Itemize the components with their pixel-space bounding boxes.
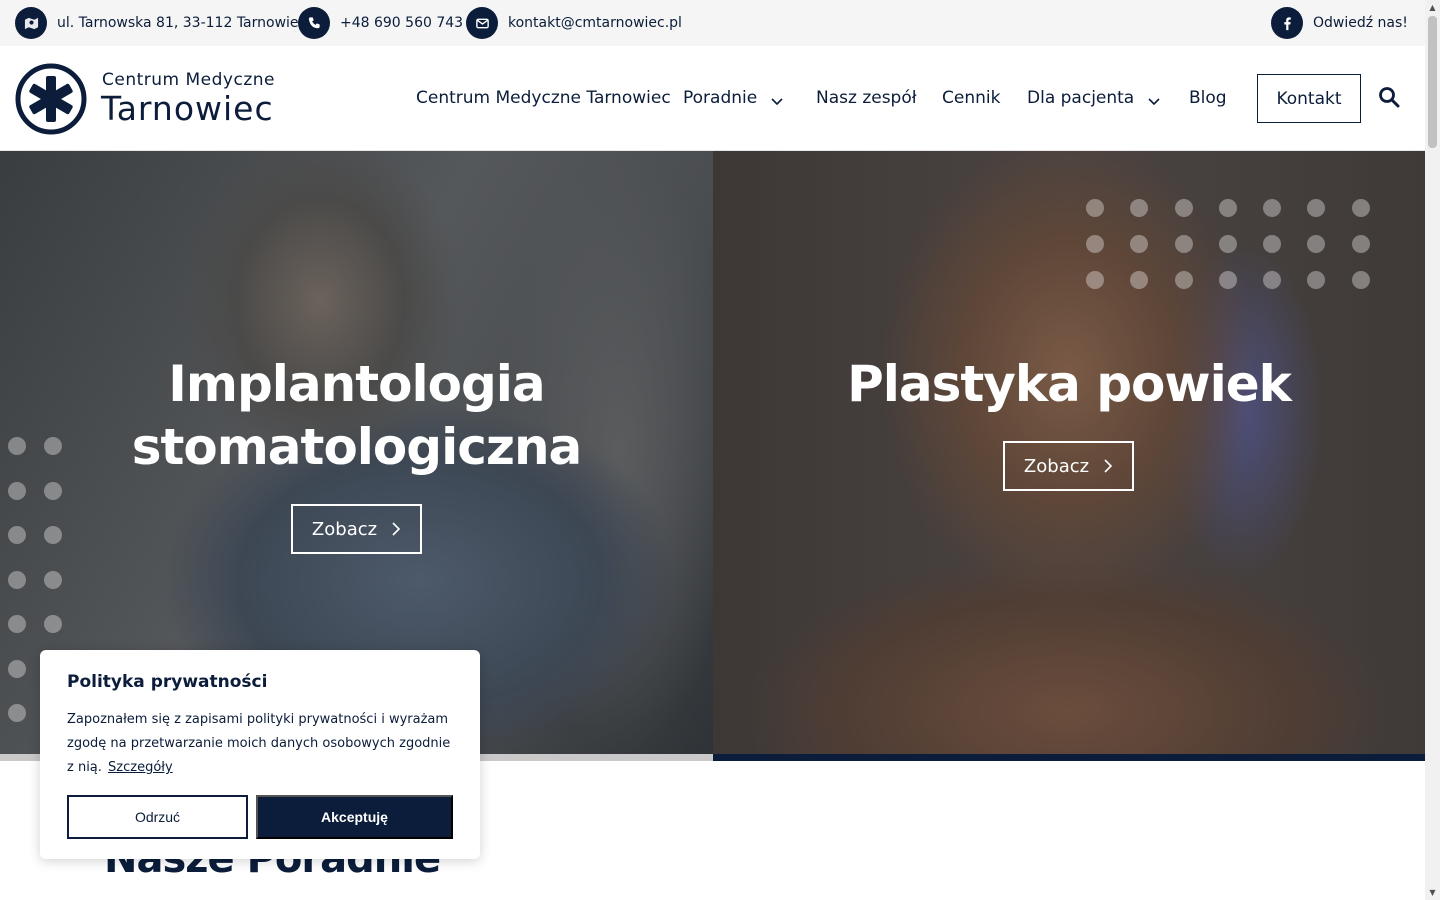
hero-title: Plastyka powiek xyxy=(713,353,1425,416)
facebook-icon xyxy=(1271,7,1303,39)
decorative-dot xyxy=(44,570,62,589)
nav-label: Poradnie xyxy=(683,88,758,108)
site-logo[interactable]: Centrum Medyczne Tarnowiec xyxy=(15,63,275,135)
logo-line2: Tarnowiec xyxy=(101,89,274,128)
hero-title: Implantologia stomatologiczna xyxy=(0,353,713,479)
decorative-dot xyxy=(8,615,26,633)
contact-button[interactable]: Kontakt xyxy=(1257,74,1361,123)
decorative-dot xyxy=(1263,235,1282,253)
decorative-dot xyxy=(1218,271,1237,289)
chevron-down-icon xyxy=(1148,92,1160,106)
search-icon[interactable] xyxy=(1378,86,1402,110)
accept-button[interactable]: Akceptuję xyxy=(256,795,453,839)
decorative-dot xyxy=(1086,199,1104,217)
decorative-dot xyxy=(1351,271,1370,289)
decorative-dot xyxy=(1086,271,1104,289)
decorative-dot xyxy=(1307,271,1326,289)
cookie-consent-dialog: Polityka prywatności Zapoznałem się z za… xyxy=(40,650,480,859)
hero-title-line1: Implantologia xyxy=(168,355,545,413)
decorative-dot xyxy=(1218,235,1237,253)
scroll-up-arrow-icon[interactable]: ▲ xyxy=(1425,0,1440,15)
zobacz-label: Zobacz xyxy=(1023,455,1090,477)
decorative-dot xyxy=(1130,199,1149,217)
zobacz-button[interactable]: Zobacz xyxy=(291,504,422,554)
phone-icon xyxy=(298,7,330,39)
decorative-dot xyxy=(44,526,62,544)
address-info: ul. Tarnowska 81, 33-112 Tarnowiec xyxy=(15,7,306,39)
nav-item-dla-pacjenta[interactable]: Dla pacjenta xyxy=(1027,86,1160,110)
decorative-dot xyxy=(1130,271,1149,289)
decorative-dot xyxy=(1351,235,1370,253)
facebook-link[interactable]: Odwiedź nas! xyxy=(1271,7,1408,39)
hero-title-line1: Plastyka powiek xyxy=(847,355,1292,413)
map-icon xyxy=(15,7,47,39)
email-text: kontakt@cmtarnowiec.pl xyxy=(508,15,682,31)
chevron-right-icon xyxy=(392,522,401,536)
decorative-dot xyxy=(1174,199,1193,217)
nav-label: Dla pacjenta xyxy=(1027,88,1135,108)
decorative-dot xyxy=(1174,271,1193,289)
decorative-dot xyxy=(1263,271,1282,289)
decorative-dots xyxy=(1086,199,1370,289)
cookie-text: Zapoznałem się z zapisami polityki prywa… xyxy=(67,708,453,780)
hero-title-line2: stomatologiczna xyxy=(131,418,583,476)
nav-item-blog[interactable]: Blog xyxy=(1189,86,1227,110)
decorative-dot xyxy=(1218,199,1237,217)
medical-star-icon xyxy=(15,63,87,135)
slide-progress-active[interactable] xyxy=(713,754,1425,761)
decorative-dot xyxy=(1263,199,1282,217)
nav-item-cennik[interactable]: Cennik xyxy=(942,86,1000,110)
logo-line1: Centrum Medyczne xyxy=(102,70,275,90)
decorative-dot xyxy=(1130,235,1149,253)
zobacz-label: Zobacz xyxy=(311,518,378,540)
decorative-dot xyxy=(1174,235,1193,253)
email-link[interactable]: kontakt@cmtarnowiec.pl xyxy=(466,7,682,39)
hero-slide-plastyka: Plastyka powiek Zobacz xyxy=(713,151,1425,754)
logo-text: Centrum Medyczne Tarnowiec xyxy=(101,70,275,128)
nav-label: Cennik xyxy=(942,88,1001,108)
decorative-dot xyxy=(1086,235,1104,253)
decorative-dot xyxy=(1307,235,1326,253)
decorative-dot xyxy=(44,615,62,633)
cookie-details-link[interactable]: Szczegóły xyxy=(108,760,173,775)
nav-item-poradnie[interactable]: Poradnie xyxy=(683,86,783,110)
decorative-dot xyxy=(1307,199,1326,217)
address-text: ul. Tarnowska 81, 33-112 Tarnowiec xyxy=(57,15,307,31)
chevron-down-icon xyxy=(771,92,783,106)
cookie-title: Polityka prywatności xyxy=(67,672,268,692)
nav-item-zespol[interactable]: Nasz zespół xyxy=(816,86,917,110)
nav-item-centrum[interactable]: Centrum Medyczne Tarnowiec xyxy=(416,86,671,110)
facebook-label: Odwiedź nas! xyxy=(1313,15,1408,31)
decorative-dot xyxy=(8,659,26,678)
envelope-icon xyxy=(466,7,498,39)
decorative-dot xyxy=(8,526,26,544)
decorative-dot xyxy=(8,704,26,722)
zobacz-button[interactable]: Zobacz xyxy=(1003,441,1134,491)
nav-label: Centrum Medyczne Tarnowiec xyxy=(416,88,671,108)
site-header: Centrum Medyczne Tarnowiec Centrum Medyc… xyxy=(0,46,1425,151)
decorative-dot xyxy=(8,570,26,589)
nav-label: Blog xyxy=(1189,88,1227,108)
scrollbar[interactable]: ▲ ▼ xyxy=(1425,0,1440,900)
decorative-dot xyxy=(1351,199,1370,217)
scroll-down-arrow-icon[interactable]: ▼ xyxy=(1425,885,1440,900)
nav-label: Nasz zespół xyxy=(816,88,917,108)
phone-text: +48 690 560 743 xyxy=(340,15,464,31)
phone-link[interactable]: +48 690 560 743 xyxy=(298,7,463,39)
decorative-dot xyxy=(44,481,62,500)
scrollbar-thumb[interactable] xyxy=(1428,16,1437,148)
reject-button[interactable]: Odrzuć xyxy=(67,795,248,839)
top-bar: ul. Tarnowska 81, 33-112 Tarnowiec +48 6… xyxy=(0,0,1425,46)
decorative-dot xyxy=(8,481,26,500)
chevron-right-icon xyxy=(1104,459,1113,473)
